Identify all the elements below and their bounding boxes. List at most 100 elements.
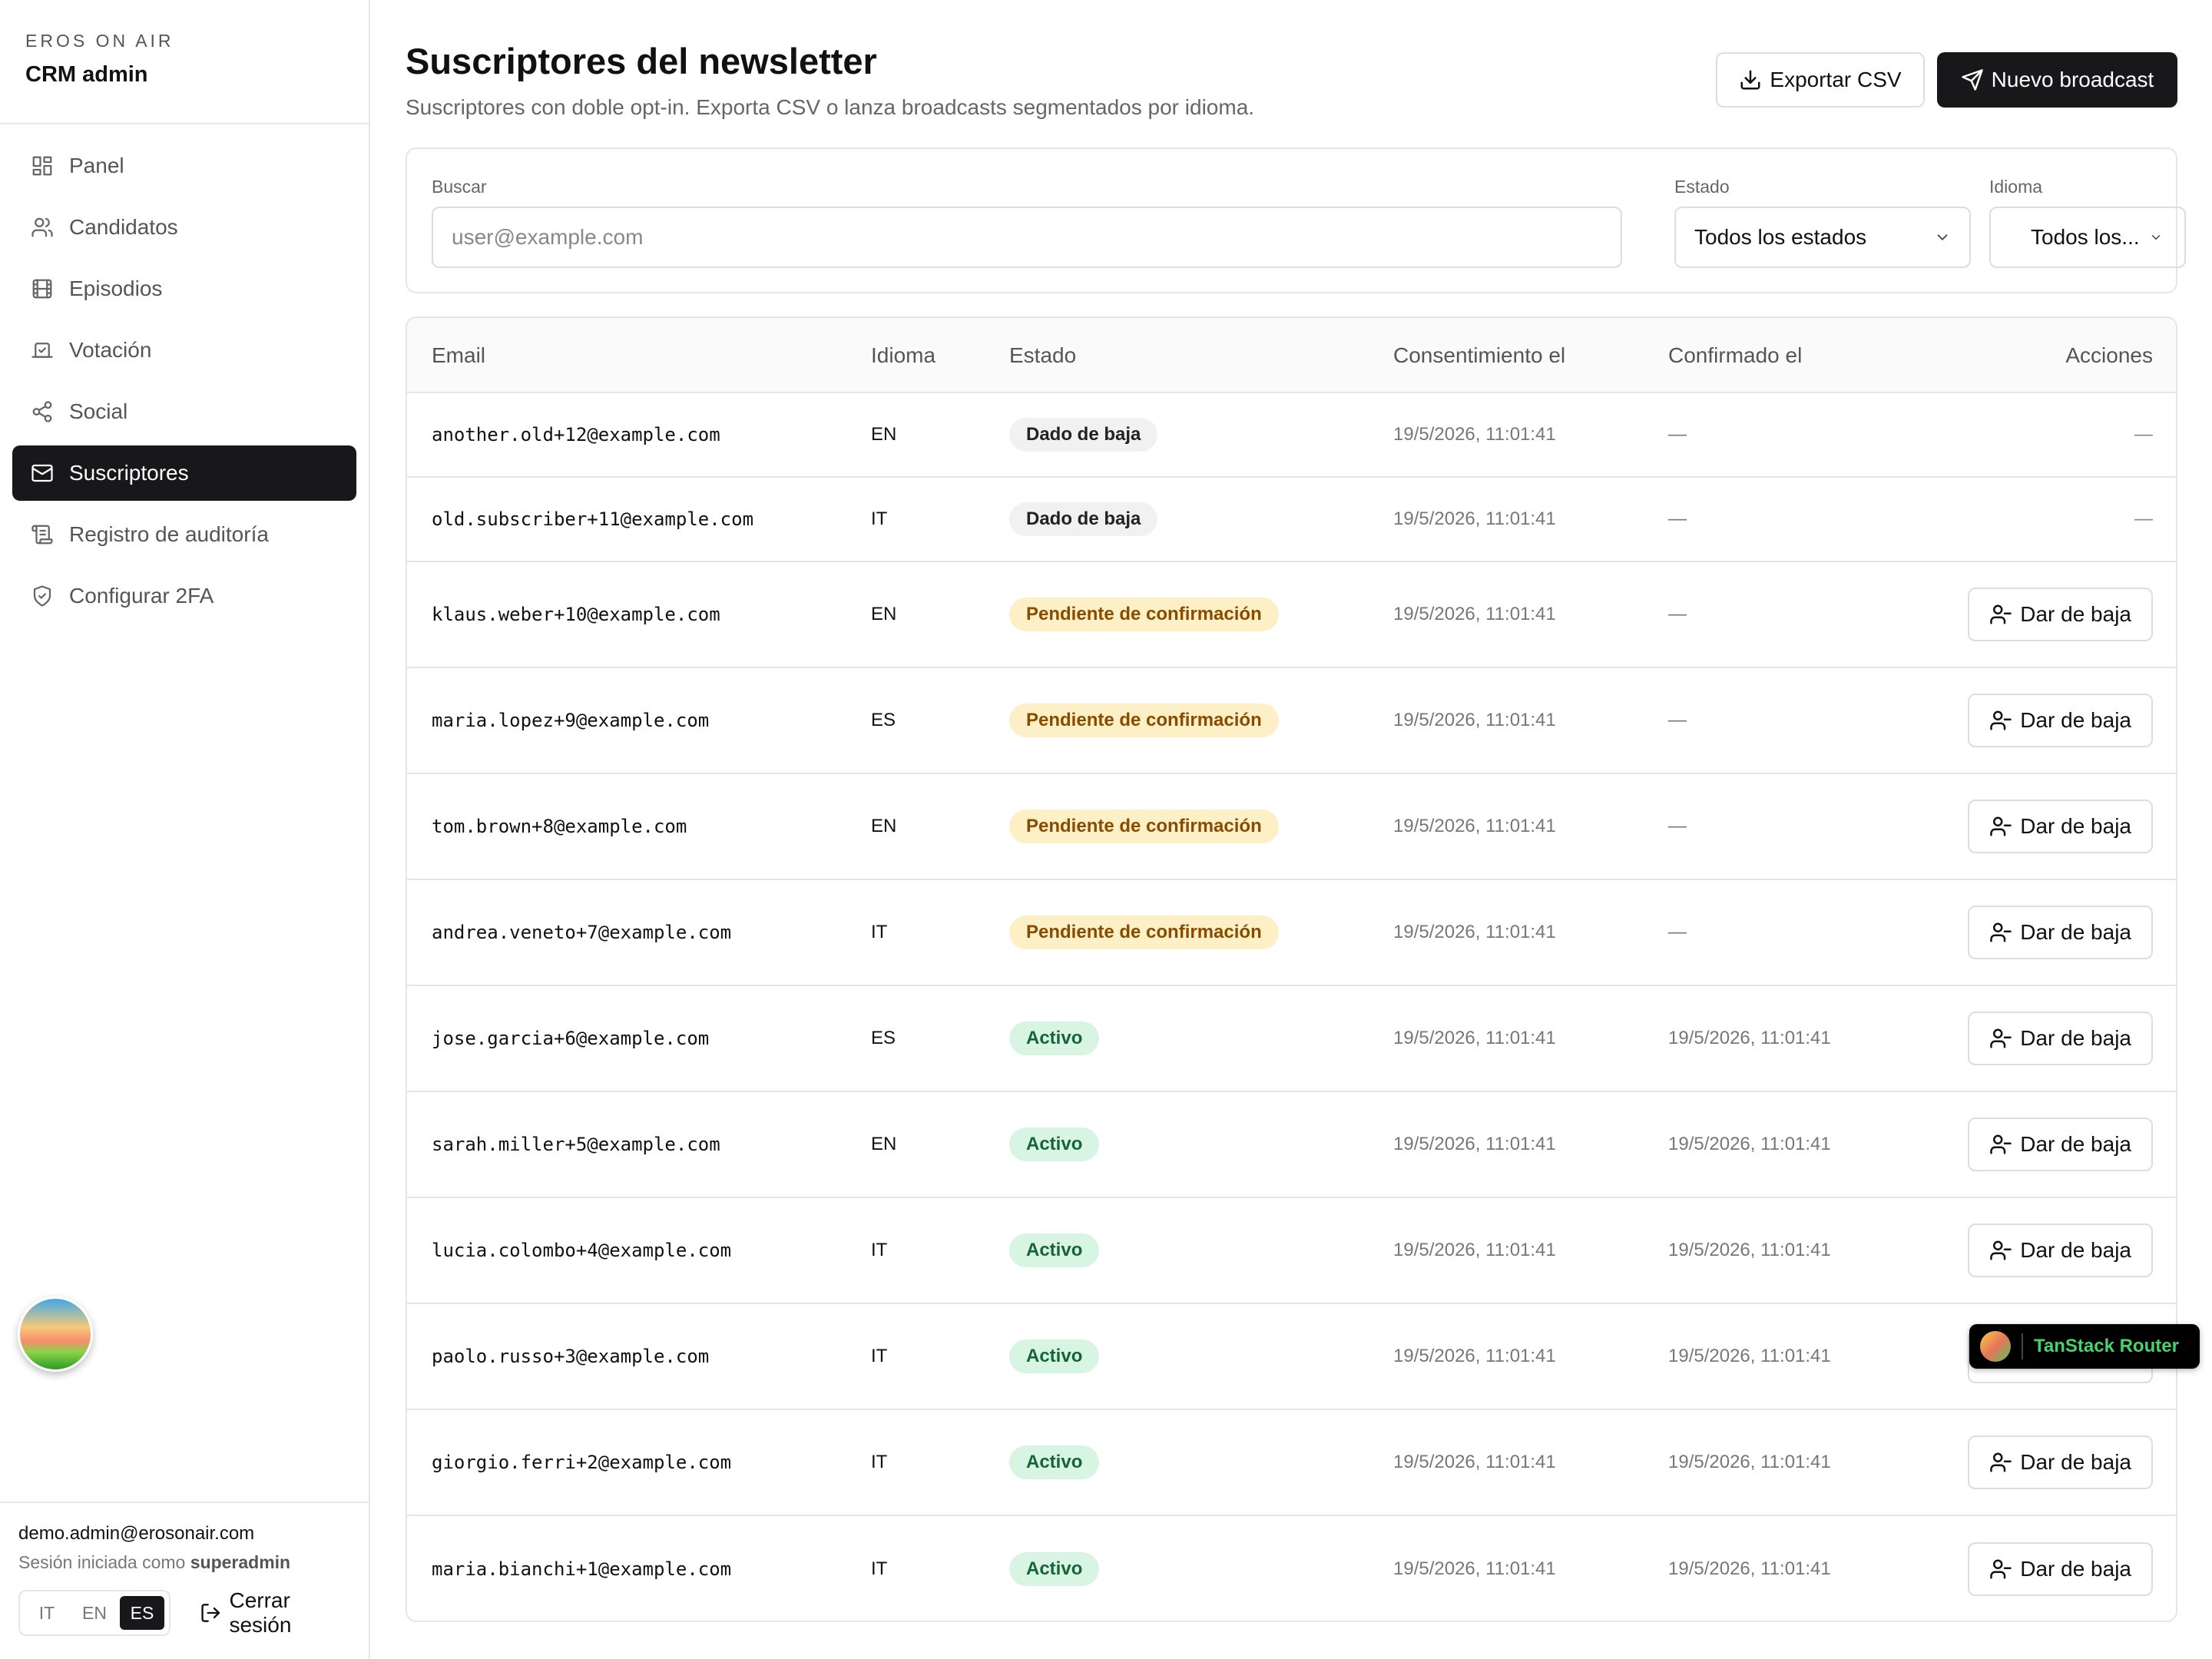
unsubscribe-button[interactable]: Dar de baja xyxy=(1968,1542,2153,1596)
consent-date: 19/5/2026, 11:01:41 xyxy=(1393,1240,1556,1260)
status-cell: Dado de baja xyxy=(1009,418,1158,452)
user-minus-icon xyxy=(1990,604,2012,624)
language-filter-label: Idioma xyxy=(1989,177,2043,197)
unsubscribe-button[interactable]: Dar de baja xyxy=(1968,906,2153,959)
unsubscribe-button[interactable]: Dar de baja xyxy=(1968,800,2153,853)
status-badge: Pendiente de confirmación xyxy=(1009,916,1279,949)
subscribers-table: Email Idioma Estado Consentimiento el Confir… xyxy=(406,316,2177,1622)
subscriber-language: IT xyxy=(871,1240,888,1260)
sidebar-item-label: Suscriptores xyxy=(69,461,189,485)
subscriber-language: EN xyxy=(871,424,897,445)
unsubscribe-button[interactable]: Dar de baja xyxy=(1968,1224,2153,1277)
status-cell: Activo xyxy=(1009,1445,1100,1479)
actions-cell: Dar de baja xyxy=(1968,1435,2153,1489)
user-minus-icon xyxy=(1990,710,2012,730)
language-filter-select[interactable]: Todos los... xyxy=(1989,207,2186,268)
unsubscribe-button[interactable]: Dar de baja xyxy=(1968,694,2153,747)
sidebar-item-votacion[interactable]: Votación xyxy=(12,323,356,378)
chevron-down-icon xyxy=(2151,235,2161,240)
language-button-es[interactable]: ES xyxy=(120,1596,164,1630)
dashboard-icon xyxy=(32,156,52,176)
sidebar-item-label: Candidatos xyxy=(69,215,178,239)
actions-cell: Dar de baja xyxy=(1968,1118,2153,1171)
table-row: jose.garcia+6@example.com ES Activo 19/5/20… xyxy=(407,986,2176,1092)
user-role-prefix: Sesión iniciada como xyxy=(18,1552,186,1572)
new-broadcast-label: Nuevo broadcast xyxy=(1991,68,2154,91)
confirmed-date: — xyxy=(1668,922,1687,942)
status-badge: Activo xyxy=(1009,1445,1100,1479)
table-row: giorgio.ferri+2@example.com IT Activo 19/5/… xyxy=(407,1410,2176,1516)
export-csv-button[interactable]: Exportar CSV xyxy=(1716,52,1925,108)
subscriber-email: sarah.miller+5@example.com xyxy=(432,1134,720,1155)
sidebar-item-episodios[interactable]: Episodios xyxy=(12,261,356,316)
subscriber-email: giorgio.ferri+2@example.com xyxy=(432,1452,732,1473)
sidebar-item-panel[interactable]: Panel xyxy=(12,138,356,194)
new-broadcast-button[interactable]: Nuevo broadcast xyxy=(1937,52,2177,108)
filters-panel: Buscar user@example.com Estado Todos los… xyxy=(406,147,2186,293)
confirmed-date: 19/5/2026, 11:01:41 xyxy=(1668,1240,1831,1260)
language-switcher: IT EN ES xyxy=(18,1590,171,1636)
unsubscribe-button[interactable]: Dar de baja xyxy=(1968,1118,2153,1171)
subscriber-email: tom.brown+8@example.com xyxy=(432,816,687,837)
subscriber-email: andrea.veneto+7@example.com xyxy=(432,922,732,943)
actions-cell: Dar de baja xyxy=(1968,906,2153,959)
shield-icon xyxy=(33,585,51,607)
divider xyxy=(2022,1333,2023,1359)
consent-date: 19/5/2026, 11:01:41 xyxy=(1393,816,1556,836)
unsubscribe-button[interactable]: Dar de baja xyxy=(1968,1012,2153,1065)
subscriber-language: IT xyxy=(871,508,888,529)
subscriber-language: EN xyxy=(871,816,897,836)
table-body: another.old+12@example.com EN Dado de baja… xyxy=(407,393,2176,1621)
confirmed-date: — xyxy=(1668,508,1687,529)
actions-cell: Dar de baja xyxy=(1968,588,2153,641)
tanstack-router-devtools-button[interactable]: TanStack Router xyxy=(1969,1324,2200,1369)
brand-subtitle: EROS ON AIR xyxy=(25,31,174,51)
logout-button[interactable]: Cerrar sesión xyxy=(200,1588,352,1637)
user-role-value: superadmin xyxy=(190,1552,291,1572)
confirmed-date: 19/5/2026, 11:01:41 xyxy=(1668,1028,1831,1048)
confirmed-date: — xyxy=(1668,710,1687,730)
sidebar-item-registro[interactable]: Registro de auditoría xyxy=(12,507,356,562)
sidebar-item-configurar[interactable]: Configurar 2FA xyxy=(12,568,356,624)
sidebar-item-social[interactable]: Social xyxy=(12,384,356,439)
unsubscribe-label: Dar de baja xyxy=(2020,1238,2131,1262)
status-badge: Activo xyxy=(1009,1022,1100,1055)
table-row: another.old+12@example.com EN Dado de baja… xyxy=(407,393,2176,478)
chevron-down-icon xyxy=(1937,234,1948,241)
status-cell: Activo xyxy=(1009,1128,1100,1161)
scroll-icon xyxy=(31,525,53,545)
send-icon xyxy=(1961,69,1983,91)
status-filter-select[interactable]: Todos los estados xyxy=(1674,207,1971,268)
consent-date: 19/5/2026, 11:01:41 xyxy=(1393,1452,1556,1472)
sidebar-item-suscriptores[interactable]: Suscriptores xyxy=(12,445,356,501)
unsubscribe-button[interactable]: Dar de baja xyxy=(1968,1435,2153,1489)
column-header: Idioma xyxy=(871,343,936,367)
status-cell: Activo xyxy=(1009,1022,1100,1055)
subscriber-language: IT xyxy=(871,922,888,942)
actions-cell: Dar de baja xyxy=(1968,1542,2153,1596)
language-button-en[interactable]: EN xyxy=(72,1596,117,1630)
no-action: — xyxy=(2134,508,2153,529)
table-header: Email Idioma Estado Consentimiento el Confir… xyxy=(407,318,2176,393)
table-row: tom.brown+8@example.com EN Pendiente de co… xyxy=(407,774,2176,880)
status-cell: Pendiente de confirmación xyxy=(1009,810,1279,843)
subscriber-email: maria.bianchi+1@example.com xyxy=(432,1558,732,1580)
user-minus-icon xyxy=(1990,1240,2012,1260)
search-label: Buscar xyxy=(432,177,487,197)
search-input[interactable]: user@example.com xyxy=(432,207,1622,268)
sidebar-item-label: Panel xyxy=(69,154,124,177)
table-row: old.subscriber+11@example.com IT Dado de b… xyxy=(407,478,2176,562)
language-button-it[interactable]: IT xyxy=(25,1596,69,1630)
status-badge: Dado de baja xyxy=(1009,418,1158,452)
user-minus-icon xyxy=(1990,816,2012,836)
vote-icon xyxy=(31,343,53,358)
unsubscribe-button[interactable]: Dar de baja xyxy=(1968,588,2153,641)
consent-date: 19/5/2026, 11:01:41 xyxy=(1393,1346,1556,1366)
sidebar-item-candidatos[interactable]: Candidatos xyxy=(12,200,356,255)
confirmed-date: 19/5/2026, 11:01:41 xyxy=(1668,1346,1831,1366)
sidebar-item-label: Social xyxy=(69,399,128,423)
devtools-avatar[interactable] xyxy=(18,1296,93,1372)
sidebar-item-label: Episodios xyxy=(69,276,163,300)
status-badge: Pendiente de confirmación xyxy=(1009,704,1279,737)
status-cell: Activo xyxy=(1009,1552,1100,1586)
